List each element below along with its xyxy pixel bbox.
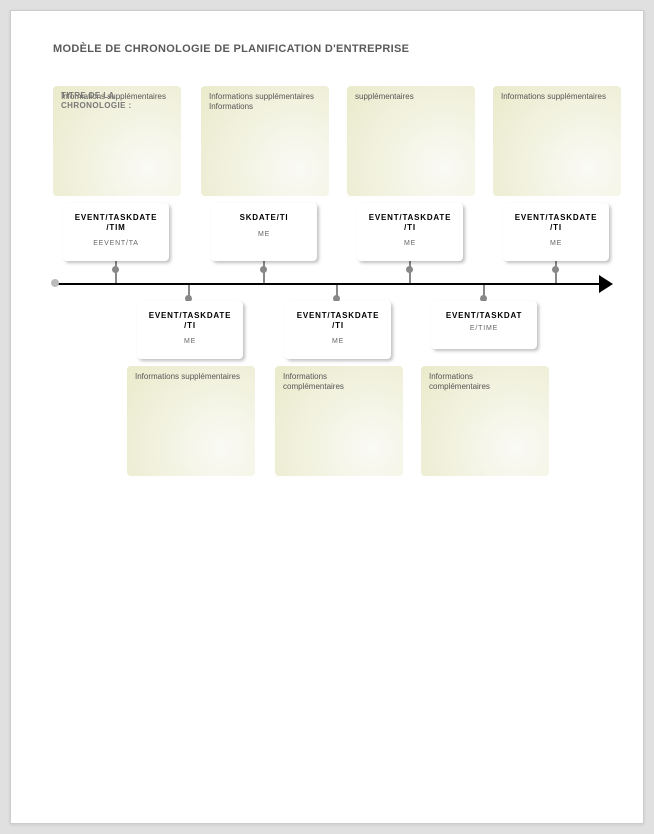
event-sub: ME	[217, 231, 311, 238]
timeline-start-dot	[51, 279, 59, 287]
event-date-line1: EVENT/TASKDATE	[363, 213, 457, 223]
event-date-line1: EVENT/TASKDATE	[291, 311, 385, 321]
event-sub: E/TIME	[437, 325, 531, 332]
event-date-line2: /TI	[291, 321, 385, 330]
info-box-top-2: Informations supplémentaires Information…	[201, 86, 329, 196]
event-sub: ME	[509, 240, 603, 247]
info-text: supplémentaires	[355, 92, 414, 101]
event-date-line1: EVENT/TASKDATE	[509, 213, 603, 223]
info-box-top-3: supplémentaires	[347, 86, 475, 196]
info-box-top-4: Informations supplémentaires	[493, 86, 621, 196]
info-text: Informations complémentaires	[283, 372, 344, 391]
event-date-line2: /TI	[509, 223, 603, 232]
info-text: Informations supplémentaires	[135, 372, 240, 381]
event-card-top-1: EVENT/TASKDATE /TIM EEVENT/TA	[63, 203, 169, 261]
event-card-bottom-3: EVENT/TASKDAT E/TIME	[431, 301, 537, 349]
event-sub: EEVENT/TA	[69, 240, 163, 247]
event-date-line2: /TI	[143, 321, 237, 330]
document-page: MODÈLE DE CHRONOLOGIE DE PLANIFICATION D…	[10, 10, 644, 824]
event-date-line2: /TI	[363, 223, 457, 232]
info-box-bottom-2: Informations complémentaires	[275, 366, 403, 476]
timeline-axis	[53, 283, 607, 285]
event-card-bottom-2: EVENT/TASKDATE /TI ME	[285, 301, 391, 359]
event-date-line1: EVENT/TASKDAT	[437, 311, 531, 321]
event-date-line1: EVENT/TASKDATE	[143, 311, 237, 321]
event-date-line1: EVENT/TASKDATE	[69, 213, 163, 223]
info-box-bottom-1: Informations supplémentaires	[127, 366, 255, 476]
timeline-arrow-icon	[599, 275, 613, 293]
event-sub: ME	[291, 338, 385, 345]
info-text: Informations supplémentaires	[501, 92, 606, 101]
event-date-line2: /TIM	[69, 223, 163, 232]
connector-dot	[260, 266, 267, 273]
info-box-bottom-3: Informations complémentaires	[421, 366, 549, 476]
event-card-top-2: SKDATE/TI ME	[211, 203, 317, 261]
connector-dot	[112, 266, 119, 273]
event-date-line1: SKDATE/TI	[217, 213, 311, 223]
event-card-top-4: EVENT/TASKDATE /TI ME	[503, 203, 609, 261]
event-sub: ME	[143, 338, 237, 345]
event-card-top-3: EVENT/TASKDATE /TI ME	[357, 203, 463, 261]
page-title: MODÈLE DE CHRONOLOGIE DE PLANIFICATION D…	[53, 43, 409, 55]
connector-dot	[406, 266, 413, 273]
info-text: Informations complémentaires	[429, 372, 490, 391]
chronology-subtitle: TITRE DE LA CHRONOLOGIE :	[61, 91, 132, 110]
connector-dot	[552, 266, 559, 273]
event-card-bottom-1: EVENT/TASKDATE /TI ME	[137, 301, 243, 359]
info-text: Informations supplémentaires Information…	[209, 92, 314, 111]
event-sub: ME	[363, 240, 457, 247]
